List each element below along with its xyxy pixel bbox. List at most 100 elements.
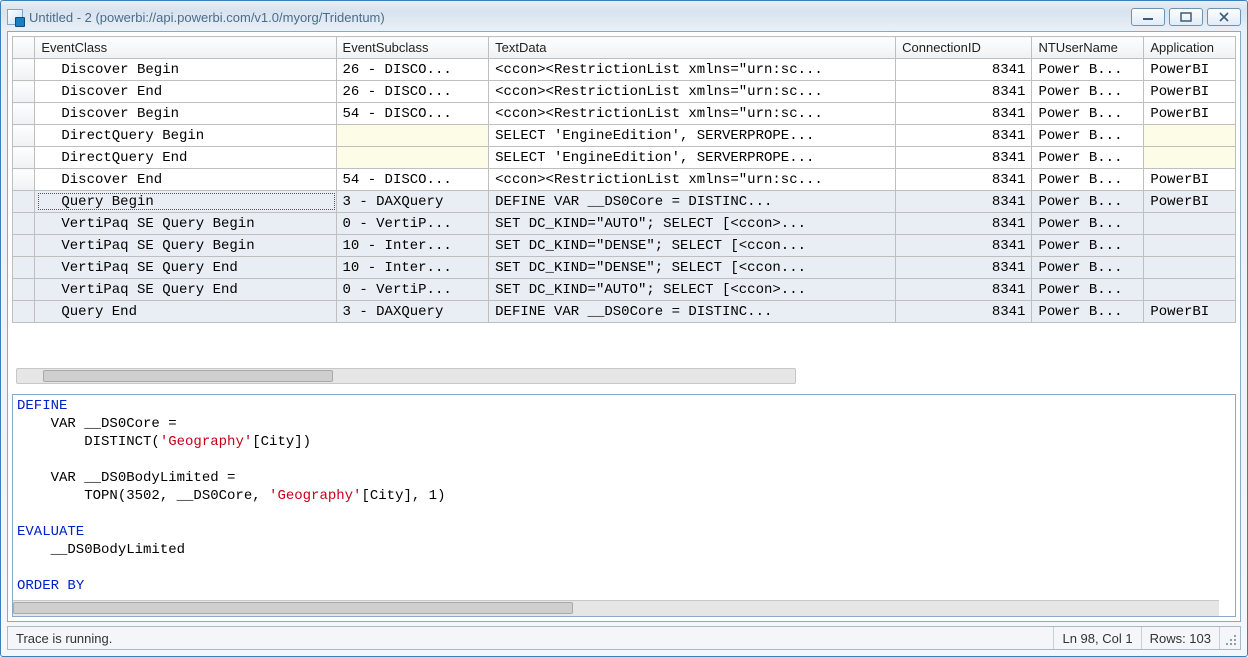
cell-application[interactable] bbox=[1144, 279, 1236, 301]
row-header[interactable] bbox=[13, 125, 35, 147]
cell-text-data[interactable]: SELECT 'EngineEdition', SERVERPROPE... bbox=[489, 125, 896, 147]
cell-text-data[interactable]: <ccon><RestrictionList xmlns="urn:sc... bbox=[489, 103, 896, 125]
row-header[interactable] bbox=[13, 81, 35, 103]
table-row[interactable]: VertiPaq SE Query Begin10 - Inter...SET … bbox=[13, 235, 1236, 257]
cell-connection-id[interactable]: 8341 bbox=[896, 103, 1032, 125]
table-row[interactable]: VertiPaq SE Query End0 - VertiP...SET DC… bbox=[13, 279, 1236, 301]
cell-text-data[interactable]: DEFINE VAR __DS0Core = DISTINC... bbox=[489, 191, 896, 213]
cell-connection-id[interactable]: 8341 bbox=[896, 191, 1032, 213]
cell-text-data[interactable]: SET DC_KIND="AUTO"; SELECT [<ccon>... bbox=[489, 279, 896, 301]
cell-application[interactable]: PowerBI bbox=[1144, 59, 1236, 81]
cell-application[interactable] bbox=[1144, 147, 1236, 169]
row-header[interactable] bbox=[13, 301, 35, 323]
cell-connection-id[interactable]: 8341 bbox=[896, 81, 1032, 103]
cell-text-data[interactable]: <ccon><RestrictionList xmlns="urn:sc... bbox=[489, 169, 896, 191]
cell-event-subclass[interactable]: 0 - VertiP... bbox=[336, 213, 489, 235]
cell-nt-user[interactable]: Power B... bbox=[1032, 257, 1144, 279]
code-horizontal-scrollbar[interactable] bbox=[13, 600, 1219, 616]
table-row[interactable]: Query End3 - DAXQueryDEFINE VAR __DS0Cor… bbox=[13, 301, 1236, 323]
cell-event-class[interactable]: DirectQuery End bbox=[35, 147, 336, 169]
cell-connection-id[interactable]: 8341 bbox=[896, 279, 1032, 301]
cell-application[interactable]: PowerBI bbox=[1144, 301, 1236, 323]
cell-text-data[interactable]: SET DC_KIND="DENSE"; SELECT [<ccon... bbox=[489, 257, 896, 279]
trace-grid[interactable]: EventClass EventSubclass TextData Connec… bbox=[12, 36, 1236, 323]
cell-event-class[interactable]: Query End bbox=[35, 301, 336, 323]
row-header[interactable] bbox=[13, 213, 35, 235]
cell-event-class[interactable]: VertiPaq SE Query End bbox=[35, 279, 336, 301]
cell-event-subclass[interactable] bbox=[336, 147, 489, 169]
cell-event-subclass[interactable]: 3 - DAXQuery bbox=[336, 301, 489, 323]
cell-nt-user[interactable]: Power B... bbox=[1032, 213, 1144, 235]
cell-event-class[interactable]: VertiPaq SE Query End bbox=[35, 257, 336, 279]
query-text[interactable]: DEFINE VAR __DS0Core = DISTINCT('Geograp… bbox=[13, 395, 1235, 597]
col-application[interactable]: Application bbox=[1144, 37, 1236, 59]
resize-grip-icon[interactable] bbox=[1220, 627, 1240, 649]
cell-nt-user[interactable]: Power B... bbox=[1032, 147, 1144, 169]
query-text-pane[interactable]: DEFINE VAR __DS0Core = DISTINCT('Geograp… bbox=[12, 394, 1236, 617]
cell-event-subclass[interactable]: 3 - DAXQuery bbox=[336, 191, 489, 213]
col-nt-user[interactable]: NTUserName bbox=[1032, 37, 1144, 59]
cell-nt-user[interactable]: Power B... bbox=[1032, 81, 1144, 103]
cell-event-class[interactable]: VertiPaq SE Query Begin bbox=[35, 213, 336, 235]
cell-application[interactable]: PowerBI bbox=[1144, 81, 1236, 103]
cell-text-data[interactable]: SET DC_KIND="AUTO"; SELECT [<ccon>... bbox=[489, 213, 896, 235]
cell-event-class[interactable]: DirectQuery Begin bbox=[35, 125, 336, 147]
cell-event-class[interactable]: Discover End bbox=[35, 169, 336, 191]
cell-event-class[interactable]: VertiPaq SE Query Begin bbox=[35, 235, 336, 257]
grid-horizontal-scrollbar[interactable] bbox=[16, 368, 796, 384]
cell-event-subclass[interactable]: 10 - Inter... bbox=[336, 257, 489, 279]
cell-nt-user[interactable]: Power B... bbox=[1032, 125, 1144, 147]
cell-application[interactable]: PowerBI bbox=[1144, 191, 1236, 213]
cell-event-class[interactable]: Query Begin bbox=[35, 191, 336, 213]
cell-nt-user[interactable]: Power B... bbox=[1032, 169, 1144, 191]
cell-application[interactable] bbox=[1144, 213, 1236, 235]
code-scroll-thumb[interactable] bbox=[13, 602, 573, 614]
row-header[interactable] bbox=[13, 191, 35, 213]
cell-event-subclass[interactable]: 0 - VertiP... bbox=[336, 279, 489, 301]
table-row[interactable]: Query Begin3 - DAXQueryDEFINE VAR __DS0C… bbox=[13, 191, 1236, 213]
row-header[interactable] bbox=[13, 279, 35, 301]
row-header[interactable] bbox=[13, 235, 35, 257]
cell-connection-id[interactable]: 8341 bbox=[896, 59, 1032, 81]
close-button[interactable] bbox=[1207, 8, 1241, 26]
cell-connection-id[interactable]: 8341 bbox=[896, 147, 1032, 169]
table-row[interactable]: VertiPaq SE Query End10 - Inter...SET DC… bbox=[13, 257, 1236, 279]
cell-text-data[interactable]: <ccon><RestrictionList xmlns="urn:sc... bbox=[489, 59, 896, 81]
table-row[interactable]: Discover End26 - DISCO...<ccon><Restrict… bbox=[13, 81, 1236, 103]
maximize-button[interactable] bbox=[1169, 8, 1203, 26]
cell-event-subclass[interactable] bbox=[336, 125, 489, 147]
cell-event-subclass[interactable]: 54 - DISCO... bbox=[336, 169, 489, 191]
cell-text-data[interactable]: SET DC_KIND="DENSE"; SELECT [<ccon... bbox=[489, 235, 896, 257]
cell-nt-user[interactable]: Power B... bbox=[1032, 279, 1144, 301]
cell-text-data[interactable]: DEFINE VAR __DS0Core = DISTINC... bbox=[489, 301, 896, 323]
cell-nt-user[interactable]: Power B... bbox=[1032, 191, 1144, 213]
cell-event-subclass[interactable]: 10 - Inter... bbox=[336, 235, 489, 257]
cell-connection-id[interactable]: 8341 bbox=[896, 213, 1032, 235]
grid-scroll-thumb[interactable] bbox=[43, 370, 333, 382]
cell-connection-id[interactable]: 8341 bbox=[896, 125, 1032, 147]
cell-nt-user[interactable]: Power B... bbox=[1032, 235, 1144, 257]
cell-application[interactable]: PowerBI bbox=[1144, 169, 1236, 191]
cell-event-class[interactable]: Discover End bbox=[35, 81, 336, 103]
table-row[interactable]: DirectQuery End SELECT 'EngineEdition', … bbox=[13, 147, 1236, 169]
cell-application[interactable]: PowerBI bbox=[1144, 103, 1236, 125]
cell-connection-id[interactable]: 8341 bbox=[896, 235, 1032, 257]
cell-application[interactable] bbox=[1144, 235, 1236, 257]
cell-event-class[interactable]: Discover Begin bbox=[35, 103, 336, 125]
row-header[interactable] bbox=[13, 257, 35, 279]
title-bar[interactable]: Untitled - 2 (powerbi://api.powerbi.com/… bbox=[3, 3, 1245, 31]
col-text-data[interactable]: TextData bbox=[489, 37, 896, 59]
table-row[interactable]: Discover Begin26 - DISCO...<ccon><Restri… bbox=[13, 59, 1236, 81]
cell-event-subclass[interactable]: 26 - DISCO... bbox=[336, 59, 489, 81]
table-row[interactable]: Discover End54 - DISCO...<ccon><Restrict… bbox=[13, 169, 1236, 191]
cell-event-subclass[interactable]: 54 - DISCO... bbox=[336, 103, 489, 125]
cell-application[interactable] bbox=[1144, 257, 1236, 279]
cell-text-data[interactable]: <ccon><RestrictionList xmlns="urn:sc... bbox=[489, 81, 896, 103]
cell-connection-id[interactable]: 8341 bbox=[896, 301, 1032, 323]
table-row[interactable]: Discover Begin54 - DISCO...<ccon><Restri… bbox=[13, 103, 1236, 125]
cell-connection-id[interactable]: 8341 bbox=[896, 169, 1032, 191]
cell-text-data[interactable]: SELECT 'EngineEdition', SERVERPROPE... bbox=[489, 147, 896, 169]
table-row[interactable]: VertiPaq SE Query Begin0 - VertiP...SET … bbox=[13, 213, 1236, 235]
col-event-class[interactable]: EventClass bbox=[35, 37, 336, 59]
row-header[interactable] bbox=[13, 147, 35, 169]
